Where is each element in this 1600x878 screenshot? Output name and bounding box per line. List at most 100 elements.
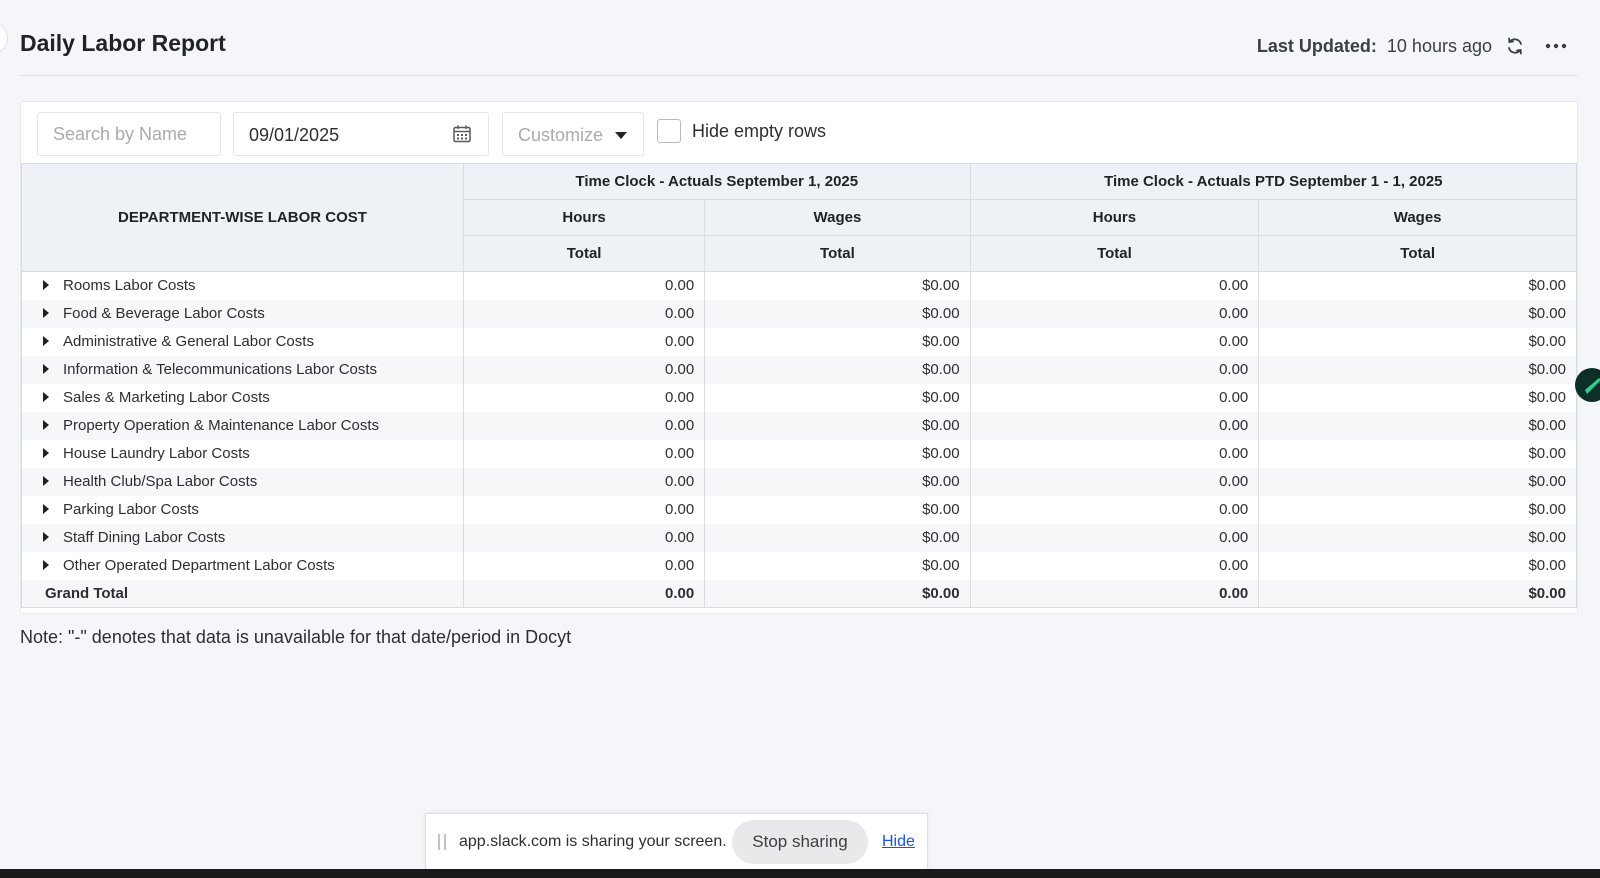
refresh-icon[interactable] xyxy=(1504,35,1526,57)
grand-total-row: Grand Total 0.00 $0.00 0.00 $0.00 xyxy=(21,579,1577,608)
row-name: Sales & Marketing Labor Costs xyxy=(63,389,270,406)
hours-cell: 0.00 xyxy=(462,355,706,384)
last-updated-value: 10 hours ago xyxy=(1386,35,1492,56)
page-header: Daily Labor Report Last Updated: 10 hour… xyxy=(20,24,1578,76)
hours-cell: 0.00 xyxy=(462,383,706,412)
total-wages-cell: $0.00 xyxy=(704,579,971,608)
table-row[interactable]: Food & Beverage Labor Costs 0.00 $0.00 0.00… xyxy=(21,299,1577,328)
ptd-hours-cell: 0.00 xyxy=(969,551,1260,580)
caret-right-icon[interactable] xyxy=(43,308,49,318)
stop-sharing-button[interactable]: Stop sharing xyxy=(732,820,868,864)
row-name: Staff Dining Labor Costs xyxy=(63,529,226,546)
ptd-hours-total-header: Total xyxy=(969,235,1260,272)
row-name: Parking Labor Costs xyxy=(63,501,199,518)
ptd-hours-cell: 0.00 xyxy=(969,467,1260,496)
caret-right-icon[interactable] xyxy=(43,476,49,486)
wages-cell: $0.00 xyxy=(704,327,971,356)
ptd-group-header: Time Clock - Actuals PTD September 1 - 1… xyxy=(969,163,1578,200)
ptd-hours-cell: 0.00 xyxy=(969,271,1260,300)
table-row[interactable]: Information & Telecommunications Labor C… xyxy=(21,355,1577,384)
ptd-hours-cell: 0.00 xyxy=(969,299,1260,328)
hide-empty-rows-toggle[interactable]: Hide empty rows xyxy=(657,119,826,143)
caret-right-icon[interactable] xyxy=(43,532,49,542)
table-row[interactable]: House Laundry Labor Costs 0.00 $0.00 0.00 $0… xyxy=(21,439,1577,468)
ptd-hours-cell: 0.00 xyxy=(969,383,1260,412)
caret-right-icon[interactable] xyxy=(43,364,49,374)
ptd-wages-cell: $0.00 xyxy=(1258,383,1577,412)
hide-link[interactable]: Hide xyxy=(882,833,915,851)
table-row[interactable]: Health Club/Spa Labor Costs 0.00 $0.00 0.00… xyxy=(21,467,1577,496)
table-row[interactable]: Staff Dining Labor Costs 0.00 $0.00 0.00 $0.… xyxy=(21,523,1577,552)
wages-cell: $0.00 xyxy=(704,411,971,440)
caret-right-icon[interactable] xyxy=(43,448,49,458)
wages-cell: $0.00 xyxy=(704,299,971,328)
caret-right-icon[interactable] xyxy=(43,336,49,346)
wages-column-header: Wages xyxy=(704,199,971,236)
ptd-wages-cell: $0.00 xyxy=(1258,495,1577,524)
wages-cell: $0.00 xyxy=(704,495,971,524)
hours-cell: 0.00 xyxy=(462,551,706,580)
customize-label: Customize xyxy=(518,125,604,145)
labor-cost-table: DEPARTMENT-WISE LABOR COST Time Clock - … xyxy=(21,163,1578,608)
ptd-hours-cell: 0.00 xyxy=(969,495,1260,524)
calendar-icon[interactable] xyxy=(452,124,472,144)
report-panel: 09/01/2025 Customize Hide empt xyxy=(20,101,1578,614)
ptd-wages-cell: $0.00 xyxy=(1258,299,1577,328)
side-widget-icon[interactable] xyxy=(1575,368,1600,402)
hours-column-header: Hours xyxy=(462,199,706,236)
more-horizontal-icon[interactable] xyxy=(1544,35,1568,57)
caret-down-icon xyxy=(615,132,627,139)
table-row[interactable]: Sales & Marketing Labor Costs 0.00 $0.00 0.… xyxy=(21,383,1577,412)
caret-right-icon[interactable] xyxy=(43,560,49,570)
drag-handle-icon[interactable] xyxy=(438,834,446,850)
grand-total-label: Grand Total xyxy=(21,579,464,608)
ptd-wages-cell: $0.00 xyxy=(1258,551,1577,580)
total-ptd-wages-cell: $0.00 xyxy=(1258,579,1577,608)
row-name: Health Club/Spa Labor Costs xyxy=(63,473,258,490)
ptd-hours-cell: 0.00 xyxy=(969,523,1260,552)
ptd-wages-total-header: Total xyxy=(1258,235,1577,272)
customize-dropdown[interactable]: Customize xyxy=(502,112,644,156)
total-hours-cell: 0.00 xyxy=(462,579,706,608)
filter-toolbar: 09/01/2025 Customize Hide empt xyxy=(21,102,1577,164)
wages-cell: $0.00 xyxy=(704,551,971,580)
caret-right-icon[interactable] xyxy=(43,280,49,291)
row-name: Administrative & General Labor Costs xyxy=(63,333,314,350)
left-edge-handle[interactable] xyxy=(0,24,8,52)
table-row[interactable]: Administrative & General Labor Costs 0.00… xyxy=(21,327,1577,356)
wages-cell: $0.00 xyxy=(704,271,971,300)
caret-right-icon[interactable] xyxy=(43,420,49,430)
header-actions: Last Updated: 10 hours ago xyxy=(1257,32,1578,60)
table-row[interactable]: Parking Labor Costs 0.00 $0.00 0.00 $0.00 xyxy=(21,495,1577,524)
hours-cell: 0.00 xyxy=(462,411,706,440)
table-row[interactable]: Other Operated Department Labor Costs 0.0… xyxy=(21,551,1577,580)
screen-share-bar: app.slack.com is sharing your screen. St… xyxy=(425,813,928,871)
table-row[interactable]: Property Operation & Maintenance Labor C… xyxy=(21,411,1577,440)
hide-empty-rows-checkbox[interactable] xyxy=(657,119,681,143)
wages-cell: $0.00 xyxy=(704,523,971,552)
page-title: Daily Labor Report xyxy=(20,30,226,56)
date-picker[interactable]: 09/01/2025 xyxy=(233,112,489,156)
caret-right-icon[interactable] xyxy=(43,392,49,402)
wages-cell: $0.00 xyxy=(704,355,971,384)
row-name: Rooms Labor Costs xyxy=(63,277,196,295)
ptd-hours-cell: 0.00 xyxy=(969,327,1260,356)
hours-cell: 0.00 xyxy=(462,271,706,300)
search-input[interactable] xyxy=(37,112,221,156)
hours-cell: 0.00 xyxy=(462,467,706,496)
hours-cell: 0.00 xyxy=(462,439,706,468)
ptd-wages-column-header: Wages xyxy=(1258,199,1577,236)
row-name: House Laundry Labor Costs xyxy=(63,445,250,462)
ptd-hours-cell: 0.00 xyxy=(969,355,1260,384)
ptd-wages-cell: $0.00 xyxy=(1258,327,1577,356)
hide-empty-rows-label: Hide empty rows xyxy=(692,120,827,141)
ptd-wages-cell: $0.00 xyxy=(1258,411,1577,440)
row-name: Food & Beverage Labor Costs xyxy=(63,305,265,322)
last-updated-label: Last Updated: xyxy=(1256,35,1377,56)
ptd-wages-cell: $0.00 xyxy=(1258,523,1577,552)
date-value: 09/01/2025 xyxy=(249,125,340,145)
caret-right-icon[interactable] xyxy=(43,504,49,514)
table-row[interactable]: Rooms Labor Costs 0.00 $0.00 0.00 $0.00 xyxy=(21,271,1577,300)
ptd-wages-cell: $0.00 xyxy=(1258,439,1577,468)
row-name: Information & Telecommunications Labor C… xyxy=(63,361,378,378)
